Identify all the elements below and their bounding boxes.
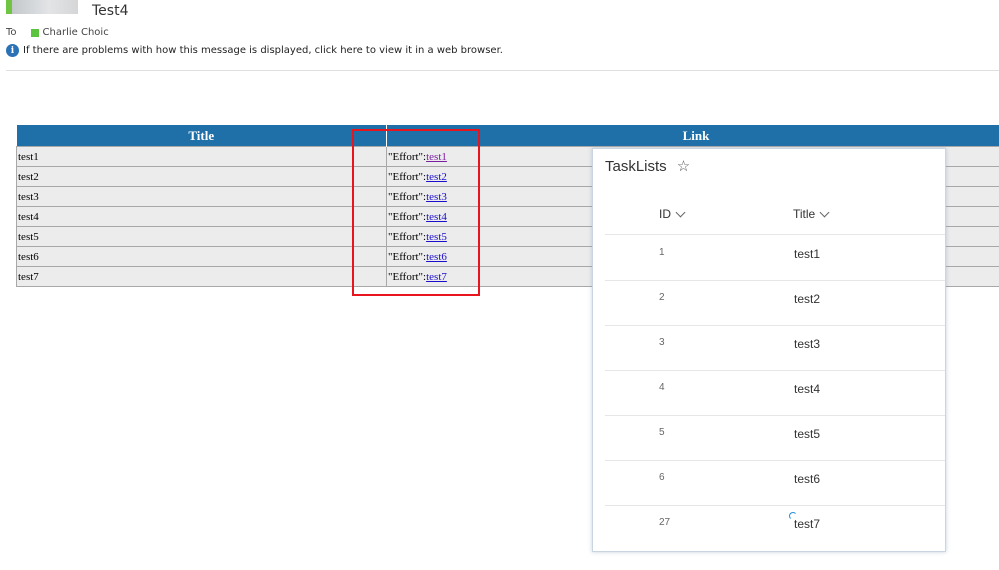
title-column-header[interactable]: Title [793,207,830,221]
row-title: test4 [16,206,387,227]
item-id: 6 [659,472,665,483]
row-title: test2 [16,166,387,187]
list-item[interactable]: 3 test3 [605,325,945,371]
item-title[interactable]: test5 [794,427,820,441]
item-id: 27 [659,517,671,528]
item-id: 5 [659,427,665,438]
header-divider [6,70,999,71]
row-title: test6 [16,246,387,267]
highlight-box [352,129,480,296]
row-title: test1 [16,146,387,167]
star-icon[interactable]: ☆ [677,157,690,175]
tasklists-panel: TaskLists ☆ ID Title 1 test1 2 test2 3 t… [592,148,946,552]
item-id: 3 [659,337,665,348]
id-column-header[interactable]: ID [659,207,686,221]
id-column-label: ID [659,207,671,221]
message-subject: Test4 [92,3,129,19]
item-title[interactable]: test4 [794,382,820,396]
item-title[interactable]: test7 [794,517,820,531]
item-title[interactable]: test3 [794,337,820,351]
chevron-down-icon [819,207,830,217]
recipient-name[interactable]: Charlie Choic [43,27,109,38]
item-id: 1 [659,247,665,258]
row-title: test5 [16,226,387,247]
to-label: To [6,27,17,38]
list-title: TaskLists [605,157,667,175]
sender-avatar [6,0,78,14]
item-id: 2 [659,292,665,303]
list-item[interactable]: 4 test4 [605,370,945,416]
panel-title: TaskLists ☆ [605,157,690,176]
list-item[interactable]: 1 test1 [605,235,945,281]
chevron-down-icon [675,207,686,217]
row-title: test7 [16,266,387,287]
list-item[interactable]: 2 test2 [605,280,945,326]
item-title[interactable]: test1 [794,247,820,261]
presence-status-icon [30,28,39,37]
recipients-row: To Charlie Choic [6,27,109,38]
list-item[interactable]: 27 test7 [605,505,945,550]
title-column-label: Title [793,207,816,221]
row-title: test3 [16,186,387,207]
item-title[interactable]: test2 [794,292,820,306]
item-id: 4 [659,382,665,393]
list-item[interactable]: 6 test6 [605,460,945,506]
presence-indicator [6,0,12,14]
info-text[interactable]: If there are problems with how this mess… [23,45,503,56]
info-icon: i [6,44,19,57]
item-title[interactable]: test6 [794,472,820,486]
list-item[interactable]: 5 test5 [605,415,945,461]
view-in-browser-infobar[interactable]: i If there are problems with how this me… [6,44,503,57]
column-header-title: Title [16,125,387,147]
